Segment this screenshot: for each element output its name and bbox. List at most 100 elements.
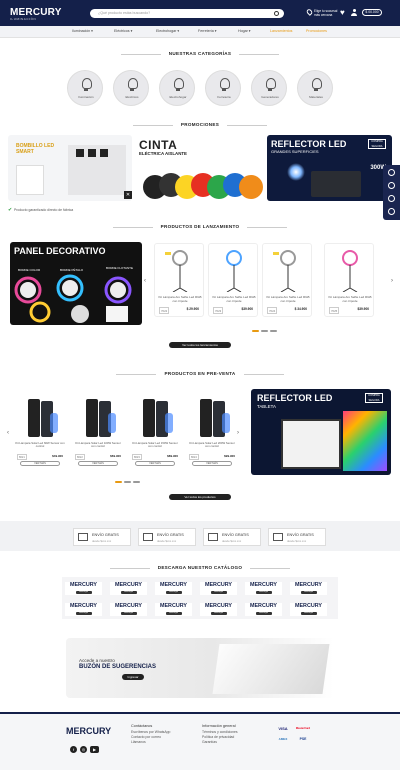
download-button[interactable]: Descargar	[300, 591, 317, 594]
carousel-dot[interactable]	[252, 330, 259, 332]
download-button[interactable]: Descargar	[165, 591, 182, 594]
catalog-card[interactable]: MERCURY Descargar	[290, 603, 327, 616]
category-electrohogar[interactable]: Electrohogar	[159, 70, 195, 106]
carousel-dot[interactable]	[115, 481, 122, 483]
carousel-dot[interactable]	[270, 330, 277, 332]
view-all-presale-button[interactable]: Ver todos los productos	[169, 494, 231, 500]
user-icon[interactable]	[351, 9, 357, 17]
carousel-dot[interactable]	[124, 481, 131, 483]
side-icon[interactable]	[388, 195, 395, 202]
catalog-card[interactable]: MERCURY Descargar	[155, 582, 192, 595]
presale-card[interactable]: Kit Lámpara Solar Led 60W Sensor con con…	[15, 395, 65, 475]
download-button[interactable]: Descargar	[120, 591, 137, 594]
carousel-dot[interactable]	[133, 481, 140, 483]
side-icon[interactable]	[388, 208, 395, 215]
product-price: $69.900	[110, 454, 121, 458]
chevron-left-icon[interactable]: ‹	[7, 430, 9, 436]
category-generadores[interactable]: Generadores	[251, 70, 287, 106]
side-icon[interactable]	[388, 169, 395, 176]
nav-item-ferreteria[interactable]: Ferretería ▾	[198, 29, 217, 33]
nav-item-hogar[interactable]: Hogar ▾	[238, 29, 251, 33]
nav-item-electricos[interactable]: Eléctricos ▾	[114, 29, 132, 33]
search-input[interactable]: ¿Qué producto estás buscando?	[90, 9, 284, 18]
product-name[interactable]: Kit Lámpara Aro Selfie Led RGB con trípo…	[212, 295, 256, 303]
facebook-icon[interactable]: f	[70, 746, 77, 753]
product-name[interactable]: Kit Lámpara Solar Led 60W Sensor con con…	[15, 441, 65, 448]
nav-item-lanzamientos[interactable]: Lanzamientos	[270, 29, 292, 33]
category-iluminacion[interactable]: Iluminación	[67, 70, 103, 106]
search-icon[interactable]	[274, 10, 279, 16]
suggestion-banner[interactable]: Accede a nuestro BUZÓN DE SUGERENCIAS In…	[66, 638, 334, 698]
catalog-card[interactable]: MERCURY Descargar	[65, 582, 102, 595]
product-card[interactable]: Kit Lámpara Aro Selfie Led RGB con trípo…	[262, 243, 312, 317]
product-name[interactable]: Kit Lámpara Solar Led 100W Sensor con co…	[73, 441, 123, 448]
location-selector[interactable]: Elige tu sucursal más cercana	[314, 9, 340, 17]
box-icon	[78, 533, 88, 541]
download-button[interactable]: Descargar	[75, 591, 92, 594]
youtube-icon[interactable]: ▶	[90, 746, 99, 753]
presale-card[interactable]: Kit Lámpara Solar Led 200W Sensor con co…	[187, 395, 237, 475]
view-more-button[interactable]: VER MÁS	[192, 461, 232, 466]
shipping-card: ENVÍO GRATIS desde $xxx.xxx	[73, 528, 131, 546]
chevron-right-icon[interactable]: ›	[237, 430, 239, 436]
download-button[interactable]: Descargar	[255, 591, 272, 594]
view-more-button[interactable]: VER MÁS	[78, 461, 118, 466]
catalog-card[interactable]: MERCURY Descargar	[200, 582, 237, 595]
enter-button[interactable]: Ingresar	[122, 674, 144, 680]
download-button[interactable]: Descargar	[255, 612, 272, 615]
product-card[interactable]: Kit Lámpara Aro Selfie Led RGB con trípo…	[154, 243, 204, 317]
view-all-launches-button[interactable]: Ver todos los lanzamientos	[169, 342, 231, 348]
category-label: Materiales	[309, 95, 323, 99]
catalog-card[interactable]: MERCURY Descargar	[245, 603, 282, 616]
footer-logo[interactable]: MERCURY	[66, 726, 111, 736]
category-electricos[interactable]: Eléctricos	[113, 70, 149, 106]
catalog-card[interactable]: MERCURY Descargar	[110, 582, 147, 595]
download-button[interactable]: Descargar	[120, 612, 137, 615]
product-name[interactable]: Kit Lámpara Solar Led 150W Sensor con co…	[130, 441, 180, 448]
heart-icon[interactable]: ♥	[340, 8, 345, 17]
close-icon[interactable]: ✕	[124, 191, 132, 199]
catalog-card[interactable]: MERCURY Descargar	[290, 582, 327, 595]
tablet-reflector-image	[281, 419, 341, 469]
brand-logo[interactable]: MERCURY ILUMINACIÓN	[10, 7, 62, 21]
download-button[interactable]: Descargar	[75, 612, 92, 615]
nav-item-promociones[interactable]: Promociones	[306, 29, 327, 33]
chevron-right-icon[interactable]: ›	[391, 278, 393, 284]
download-button[interactable]: Descargar	[210, 612, 227, 615]
download-button[interactable]: Descargar	[300, 612, 317, 615]
presale-banner[interactable]: REFLECTOR LED TABLETA COMPRA SEGURA	[251, 389, 391, 475]
category-materiales[interactable]: Materiales	[297, 70, 333, 106]
product-name[interactable]: Kit Lámpara Aro Selfie Led RGB con trípo…	[328, 295, 372, 303]
nav-item-electrohogar[interactable]: Electrohogar ▾	[156, 29, 179, 33]
catalog-card[interactable]: MERCURY Descargar	[110, 603, 147, 616]
download-button[interactable]: Descargar	[165, 612, 182, 615]
catalog-card[interactable]: MERCURY Descargar	[245, 582, 282, 595]
side-icon[interactable]	[388, 182, 395, 189]
category-ferreteria[interactable]: Ferretería	[205, 70, 241, 106]
instagram-icon[interactable]: ◎	[80, 746, 87, 753]
promo-banner-tape[interactable]: CINTA ELÉCTRICA AISLANTE	[135, 135, 263, 201]
footer-link[interactable]: Garantías	[202, 740, 238, 745]
catalog-card[interactable]: MERCURY Descargar	[155, 603, 192, 616]
product-name[interactable]: Kit Lámpara Aro Selfie Led RGB con trípo…	[266, 295, 310, 303]
presale-card[interactable]: Kit Lámpara Solar Led 150W Sensor con co…	[130, 395, 180, 475]
download-button[interactable]: Descargar	[210, 591, 227, 594]
lamp-image	[16, 165, 44, 195]
catalog-card[interactable]: MERCURY Descargar	[200, 603, 237, 616]
carousel-dot[interactable]	[261, 330, 268, 332]
product-name[interactable]: Kit Lámpara Solar Led 200W Sensor con co…	[187, 441, 237, 448]
footer-link[interactable]: Llámanos	[131, 740, 170, 745]
cart-button[interactable]: $ 00.000	[362, 9, 382, 16]
nav-item-iluminacion[interactable]: Iluminación ▾	[72, 29, 93, 33]
view-more-button[interactable]: VER MÁS	[20, 461, 60, 466]
chevron-left-icon[interactable]: ‹	[144, 278, 146, 284]
promo-banner-bulb[interactable]: BOMBILLO LED SMART ✕	[8, 135, 132, 201]
view-more-button[interactable]: VER MÁS	[135, 461, 175, 466]
product-name[interactable]: Kit Lámpara Aro Selfie Led RGB con trípo…	[158, 295, 202, 303]
launch-banner[interactable]: PANEL DECORATIVO BORDE COLOR BORDE PÉTAL…	[10, 242, 142, 325]
product-card[interactable]: Kit Lámpara Aro Selfie Led RGB con trípo…	[208, 243, 258, 317]
presale-card[interactable]: Kit Lámpara Solar Led 100W Sensor con co…	[73, 395, 123, 475]
product-card[interactable]: Kit Lámpara Aro Selfie Led RGB con trípo…	[324, 243, 374, 317]
catalog-card[interactable]: MERCURY Descargar	[65, 603, 102, 616]
promo-banner-reflector[interactable]: REFLECTOR LED GRANDES SUPERFICIES COMPRA…	[267, 135, 392, 201]
